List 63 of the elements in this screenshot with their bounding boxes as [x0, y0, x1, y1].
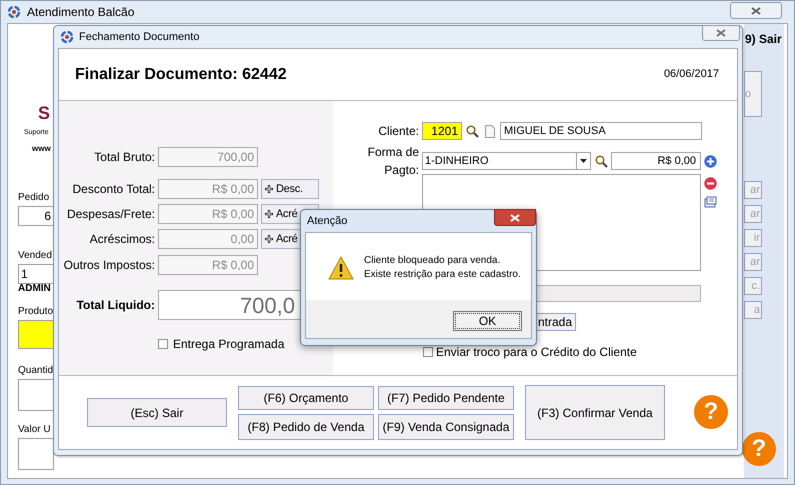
document-heading: Finalizar Documento: 62442 — [75, 64, 287, 84]
client-name-field[interactable]: MIGUEL DE SOUSA — [500, 122, 702, 140]
exit-button[interactable]: 9) Sair — [745, 30, 782, 48]
exit-button[interactable]: (Esc) Sair — [87, 398, 227, 427]
input-field[interactable]: 6 — [18, 206, 54, 226]
field-label: Pedido — [18, 191, 50, 205]
input-field[interactable] — [18, 320, 54, 349]
field-label: Desconto Total: — [72, 181, 155, 198]
checkbox[interactable] — [158, 339, 168, 349]
input-field[interactable] — [18, 438, 54, 470]
field-label: Cliente: — [377, 123, 419, 140]
window-title: Atendimento Balcão — [27, 4, 134, 21]
checkbox[interactable] — [423, 347, 433, 357]
field-label: Despesas/Frete: — [66, 206, 155, 223]
add-icon — [704, 154, 717, 168]
consignment-button[interactable]: (F9) Venda Consignada — [378, 414, 514, 440]
field-label: Total Liquido: — [76, 297, 155, 314]
window-title: Fechamento Documento — [79, 30, 200, 45]
document-date: 06/06/2017 — [664, 67, 720, 82]
close-button[interactable] — [494, 209, 536, 226]
message-text: Existe restrição para este cadastro. — [364, 268, 521, 282]
list-icon — [704, 196, 717, 208]
field-label: Produto — [18, 305, 54, 319]
field-label: Valor U — [18, 423, 51, 437]
ok-button[interactable]: OK — [453, 311, 522, 331]
pending-order-button[interactable]: (F7) Pedido Pendente — [378, 386, 514, 410]
close-icon — [751, 6, 761, 14]
search-icon — [466, 124, 479, 138]
close-icon — [510, 214, 520, 222]
checkbox-label: Enviar troco para o Crédito do Cliente — [436, 344, 637, 361]
plus-icon — [264, 184, 274, 194]
confirm-sale-button[interactable]: (F3) Confirmar Venda — [525, 385, 665, 440]
dropdown-arrow-icon — [580, 159, 587, 163]
user-name: ADMIN — [18, 282, 51, 296]
app-icon — [7, 5, 21, 19]
client-code-field[interactable]: 1201 — [422, 122, 462, 140]
field-label: Quantid — [18, 364, 54, 378]
message-text: Cliente bloqueado para venda. — [364, 254, 502, 268]
app-icon — [60, 30, 74, 44]
field-label: Acréscimos: — [88, 231, 155, 248]
plus-icon — [264, 234, 274, 244]
logo-letter: S — [38, 104, 50, 122]
document-icon — [485, 124, 495, 138]
field-label: Outros Impostos: — [62, 257, 155, 274]
field-label: Total Bruto: — [93, 149, 155, 166]
remove-icon — [704, 177, 717, 190]
input-field[interactable]: 1 — [18, 264, 54, 284]
field-label: Vended — [18, 249, 52, 263]
website-text: www — [32, 143, 51, 155]
amount-field[interactable]: R$ 0,00 — [611, 152, 701, 170]
adjust-button[interactable]: Desc. — [261, 179, 319, 199]
close-button[interactable] — [730, 2, 782, 19]
payment-dropdown[interactable]: 1-DINHEIRO — [422, 152, 591, 170]
sales-order-button[interactable]: (F8) Pedido de Venda — [238, 414, 374, 440]
plus-icon — [264, 209, 274, 219]
quote-button[interactable]: (F6) Orçamento — [238, 386, 374, 410]
close-button[interactable] — [702, 25, 740, 41]
search-icon — [595, 154, 608, 168]
input-field[interactable] — [18, 379, 54, 411]
field-label: Forma de Pagto: — [366, 144, 419, 179]
checkbox-label: Entrega Programada — [173, 336, 284, 353]
close-icon — [716, 29, 726, 37]
warning-icon — [328, 256, 354, 280]
